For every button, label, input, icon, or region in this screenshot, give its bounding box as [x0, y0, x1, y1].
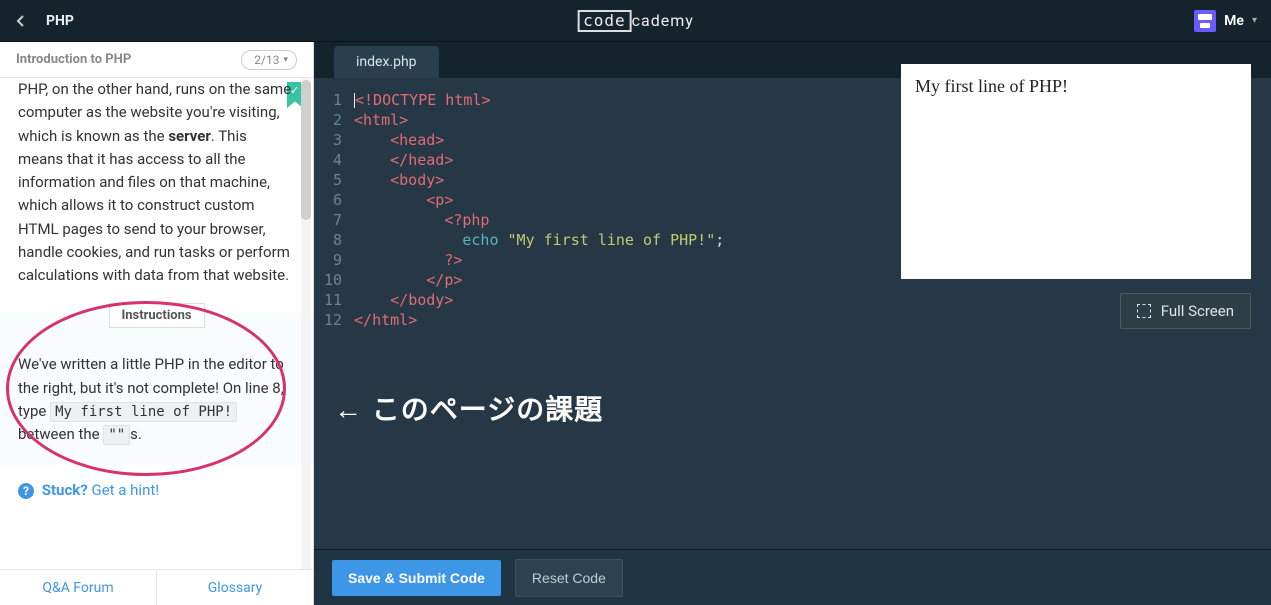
code-content[interactable]: echo "My first line of PHP!"; [354, 230, 724, 250]
hint-row: ? Stuck? Get a hint! [0, 465, 313, 499]
line-number: 5 [314, 170, 354, 190]
progress-dropdown[interactable]: 2/13 ▾ [241, 50, 297, 70]
code-content[interactable]: <p> [354, 190, 453, 210]
line-number: 8 [314, 230, 354, 250]
code-content[interactable]: </html> [354, 310, 417, 330]
instructions-label: Instructions [108, 303, 204, 328]
fullscreen-icon [1137, 304, 1151, 318]
hint-link[interactable]: Get a hint! [91, 481, 159, 499]
code-content[interactable]: <?php [354, 210, 489, 230]
instr-seg-3: s. [130, 425, 142, 443]
code-content[interactable]: </body> [354, 290, 453, 310]
course-title: PHP [42, 13, 74, 29]
tab-indexphp[interactable]: index.php [334, 46, 439, 78]
line-number: 6 [314, 190, 354, 210]
output-panel: My first line of PHP! Full Screen [901, 64, 1251, 329]
code-content[interactable]: </p> [354, 270, 462, 290]
chevron-down-icon: ▾ [1252, 15, 1257, 26]
lesson-footer: Q&A Forum Glossary [0, 569, 313, 605]
code-content[interactable]: <!DOCTYPE html> [354, 90, 490, 110]
fullscreen-button[interactable]: Full Screen [1120, 293, 1251, 329]
line-number: 4 [314, 150, 354, 170]
logo-right: cademy [632, 11, 694, 30]
user-label: Me [1224, 13, 1244, 29]
chevron-down-icon: ▾ [283, 55, 288, 65]
editor-panel: index.php 1<!DOCTYPE html>2<html>3 <head… [314, 42, 1271, 605]
code-content[interactable]: <head> [354, 130, 444, 150]
code-content[interactable]: </head> [354, 150, 453, 170]
topbar: PHP codecademy Me ▾ [0, 0, 1271, 42]
user-menu[interactable]: Me ▾ [1194, 10, 1271, 32]
avatar-icon [1194, 10, 1216, 32]
scrollbar-thumb[interactable] [301, 80, 311, 220]
instr-code-2: "" [103, 425, 130, 445]
lesson-text-pre: PHP, on the other hand, runs on the same… [18, 80, 291, 145]
lesson-title: Introduction to PHP [16, 52, 131, 67]
progress-text: 2/13 [254, 53, 279, 67]
fullscreen-label: Full Screen [1161, 302, 1234, 320]
lesson-header: Introduction to PHP 2/13 ▾ [0, 42, 313, 78]
line-number: 12 [314, 310, 354, 330]
instr-code-1: My first line of PHP! [50, 402, 237, 422]
stuck-label: Stuck? [42, 481, 88, 499]
line-number: 10 [314, 270, 354, 290]
lesson-body: PHP, on the other hand, runs on the same… [0, 78, 313, 569]
code-content[interactable]: ?> [354, 250, 462, 270]
reset-code-button[interactable]: Reset Code [515, 559, 623, 597]
lesson-text-strong: server [168, 127, 211, 145]
output-view: My first line of PHP! [901, 64, 1251, 279]
editor-footer: Save & Submit Code Reset Code [314, 549, 1271, 605]
line-number: 11 [314, 290, 354, 310]
instr-seg-2: between the [18, 425, 103, 443]
back-button[interactable] [0, 0, 42, 42]
lesson-text-post: . This means that it has access to all t… [18, 127, 290, 285]
line-number: 9 [314, 250, 354, 270]
instructions-text: We've written a little PHP in the editor… [18, 333, 295, 447]
lesson-text: PHP, on the other hand, runs on the same… [0, 78, 313, 301]
lesson-panel: Introduction to PHP 2/13 ▾ PHP, on the o… [0, 42, 314, 605]
qa-forum-link[interactable]: Q&A Forum [0, 570, 157, 605]
save-submit-button[interactable]: Save & Submit Code [332, 560, 501, 596]
annotation-overlay: ← このページの課題 [334, 388, 603, 428]
line-number: 1 [314, 90, 354, 110]
line-number: 7 [314, 210, 354, 230]
hint-icon: ? [18, 483, 34, 499]
glossary-link[interactable]: Glossary [157, 570, 313, 605]
code-content[interactable]: <body> [354, 170, 444, 190]
instructions-block: Instructions We've written a little PHP … [0, 313, 313, 465]
logo-left: code [577, 10, 632, 32]
line-number: 2 [314, 110, 354, 130]
logo[interactable]: codecademy [577, 10, 694, 32]
line-number: 3 [314, 130, 354, 150]
code-content[interactable]: <html> [354, 110, 408, 130]
